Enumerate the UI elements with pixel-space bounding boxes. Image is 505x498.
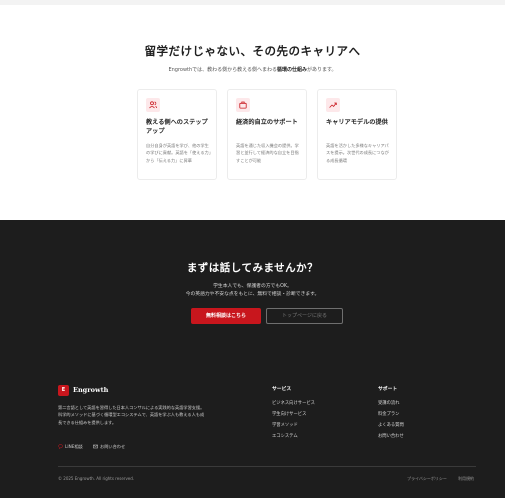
trend-chart-icon bbox=[326, 98, 340, 112]
card-title: キャリアモデルの提供 bbox=[326, 119, 388, 126]
footer-link-business-services[interactable]: ビジネス向けサービス bbox=[272, 400, 315, 406]
cta-text-line-1: 学生本人でも、保護者の方でもOK。 bbox=[213, 284, 292, 289]
terms-of-use-link[interactable]: 利用規約 bbox=[458, 476, 474, 482]
career-subtitle-emphasis: 循環の仕組み bbox=[277, 67, 308, 73]
career-subtitle-text: Engrowthでは、教わる側から教える側へまわる bbox=[168, 67, 278, 73]
users-icon bbox=[146, 98, 160, 112]
contact-link[interactable]: お問い合わせ bbox=[93, 444, 125, 450]
card-body: 自分自身が英語を学び、他の学生の学びに貢献。英語を「使える力」から「伝える力」に… bbox=[146, 143, 211, 163]
footer-link-pricing[interactable]: 料金プラン bbox=[378, 411, 399, 417]
card-title: 教える側へのステップアップ bbox=[146, 119, 208, 135]
footer-link-ecosystem[interactable]: エコシステム bbox=[272, 433, 298, 439]
card-body: 英語を通じた収入機会の提供。学習と並行して経済的な自立を目指すことが可能 bbox=[236, 143, 299, 163]
mail-icon bbox=[93, 444, 98, 449]
card-step-up: 教える側へのステップアップ 自分自身が英語を学び、他の学生の学びに貢献。英語を「… bbox=[137, 89, 217, 180]
brand-logo-icon: E bbox=[58, 385, 69, 396]
card-title: 経済的自立のサポート bbox=[236, 119, 298, 126]
copyright-text: © 2025 Engrowth. All rights reserved. bbox=[58, 476, 135, 481]
footer-support-heading: サポート bbox=[378, 387, 398, 392]
line-consultation-label: LINE相談 bbox=[65, 444, 83, 449]
cta-title: まずは話してみませんか？ bbox=[186, 262, 319, 274]
career-section: 留学だけじゃない、その先のキャリアへ Engrowthでは、教わる側から教える側… bbox=[0, 5, 505, 220]
brand-name: Engrowth bbox=[73, 386, 109, 394]
footer-link-course-flow[interactable]: 受講の流れ bbox=[378, 400, 399, 406]
briefcase-icon bbox=[236, 98, 250, 112]
career-subtitle-end: があります。 bbox=[307, 67, 337, 73]
contact-label: お問い合わせ bbox=[100, 444, 126, 449]
back-to-top-page-button[interactable]: トップページに戻る bbox=[266, 308, 343, 324]
free-consultation-button[interactable]: 無料相談はこちら bbox=[191, 308, 261, 324]
card-body: 英語を活かした多様なキャリアパスを提示。次世代の成長につながる成長循環 bbox=[326, 143, 389, 163]
career-title: 留学だけじゃない、その先のキャリアへ bbox=[144, 44, 361, 58]
career-subtitle: Engrowthでは、教わる側から教える側へまわる循環の仕組みがあります。 bbox=[0, 66, 505, 73]
footer-link-learning-method[interactable]: 学習メソッド bbox=[272, 422, 298, 428]
chat-bubble-icon bbox=[58, 444, 63, 450]
card-career-model: キャリアモデルの提供 英語を活かした多様なキャリアパスを提示。次世代の成長につな… bbox=[317, 89, 397, 180]
line-consultation-link[interactable]: LINE相談 bbox=[58, 444, 83, 450]
privacy-policy-link[interactable]: プライバシーポリシー bbox=[407, 476, 447, 482]
brand-description: 第二言語として英語を習得した日本人コンサルによる実践的な英語学習支援。科学的メソ… bbox=[58, 405, 205, 425]
footer-divider bbox=[58, 466, 476, 467]
cta-footer-section: まずは話してみませんか？ 学生本人でも、保護者の方でもOK。 今の英語力や不安な… bbox=[0, 220, 505, 498]
footer-link-contact[interactable]: お問い合わせ bbox=[378, 433, 404, 439]
footer-link-faq[interactable]: よくある質問 bbox=[378, 422, 404, 428]
cta-text-line-2: 今の英語力や不安な点をもとに、無料で相談・診断できます。 bbox=[185, 292, 320, 297]
footer-services-heading: サービス bbox=[272, 387, 292, 392]
footer-link-student-services[interactable]: 学生向けサービス bbox=[272, 411, 306, 417]
card-financial-support: 経済的自立のサポート 英語を通じた収入機会の提供。学習と並行して経済的な自立を目… bbox=[227, 89, 307, 180]
